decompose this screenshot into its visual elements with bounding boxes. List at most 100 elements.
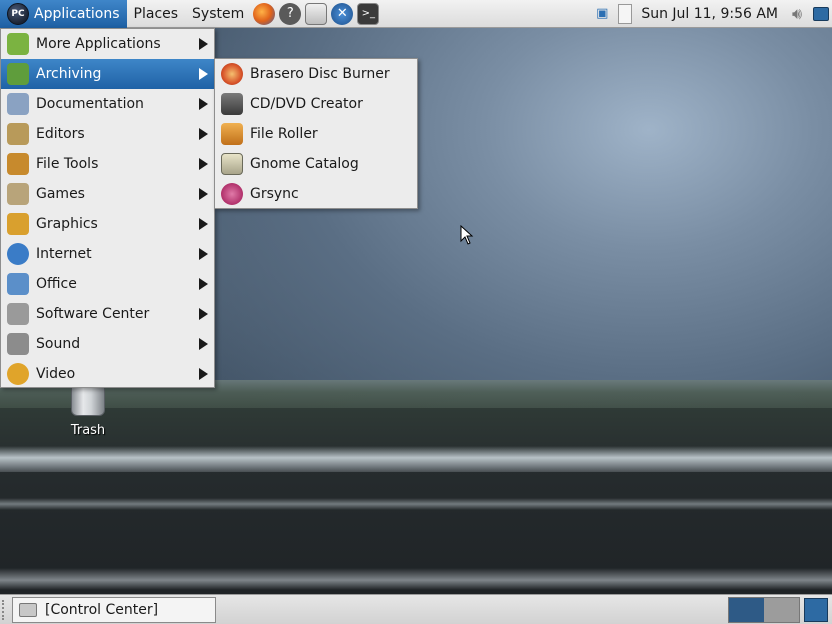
sync-icon <box>221 183 243 205</box>
submenu-item-gnome-catalog[interactable]: Gnome Catalog <box>215 149 417 179</box>
system-menu-label: System <box>192 5 245 22</box>
bottom-panel: [Control Center] <box>0 594 832 624</box>
file-manager-icon[interactable] <box>305 2 328 25</box>
speaker-icon <box>7 333 29 355</box>
menu-item-label: Internet <box>36 246 92 262</box>
menu-item-label: Editors <box>36 126 85 142</box>
firefox-icon[interactable] <box>253 2 276 25</box>
submenu-item-label: Brasero Disc Burner <box>250 66 390 82</box>
menu-item-label: More Applications <box>36 36 161 52</box>
menu-item-graphics[interactable]: Graphics <box>1 209 214 239</box>
submenu-arrow-icon <box>199 218 208 230</box>
menu-item-label: Documentation <box>36 96 144 112</box>
wallpaper-streak <box>0 446 832 472</box>
trash-label: Trash <box>70 423 106 438</box>
menu-item-label: Sound <box>36 336 81 352</box>
menu-item-software-center[interactable]: Software Center <box>1 299 214 329</box>
update-notifier-icon[interactable]: ▣ <box>592 4 612 24</box>
submenu-item-file-roller[interactable]: File Roller <box>215 119 417 149</box>
submenu-arrow-icon <box>199 38 208 50</box>
software-center-icon <box>7 303 29 325</box>
menu-item-sound[interactable]: Sound <box>1 329 214 359</box>
workspace-2[interactable] <box>764 597 799 622</box>
volume-icon[interactable]: 🔊︎ <box>787 4 807 24</box>
places-menu-label: Places <box>133 5 179 22</box>
menu-item-label: Video <box>36 366 76 382</box>
wallpaper-streak <box>0 568 832 590</box>
submenu-item-grsync[interactable]: Grsync <box>215 179 417 209</box>
menu-item-label: Games <box>36 186 85 202</box>
menu-item-documentation[interactable]: Documentation <box>1 89 214 119</box>
menu-item-office[interactable]: Office <box>1 269 214 299</box>
workspace-1[interactable] <box>729 597 764 622</box>
taskbar-button-label: [Control Center] <box>45 601 159 618</box>
control-center-icon[interactable]: ✕ <box>331 2 354 25</box>
submenu-arrow-icon <box>199 308 208 320</box>
places-menu-button[interactable]: Places <box>127 0 186 28</box>
menu-item-internet[interactable]: Internet <box>1 239 214 269</box>
system-menu-button[interactable]: System <box>185 0 251 28</box>
submenu-item-label: CD/DVD Creator <box>250 96 363 112</box>
book-icon <box>7 93 29 115</box>
help-icon[interactable]: ? <box>279 2 302 25</box>
trash-icon <box>71 386 105 416</box>
submenu-arrow-icon <box>199 368 208 380</box>
palette-icon <box>7 213 29 235</box>
archive-icon <box>7 63 29 85</box>
pc-logo-icon: PC <box>7 2 29 25</box>
file-roller-icon <box>221 123 243 145</box>
menu-item-games[interactable]: Games <box>1 179 214 209</box>
applications-menu-button[interactable]: PC Applications <box>0 0 127 28</box>
applications-menu: More Applications Archiving Documentatio… <box>0 28 215 388</box>
submenu-arrow-icon <box>199 188 208 200</box>
submenu-item-cd-dvd-creator[interactable]: CD/DVD Creator <box>215 89 417 119</box>
notepad-icon <box>7 123 29 145</box>
wallpaper-streak <box>0 498 832 510</box>
taskbar-button-control-center[interactable]: [Control Center] <box>12 596 216 623</box>
workspace-switcher <box>728 596 800 623</box>
menu-item-label: Office <box>36 276 77 292</box>
submenu-item-label: File Roller <box>250 126 318 142</box>
menu-item-more-applications[interactable]: More Applications <box>1 29 214 59</box>
submenu-arrow-icon <box>199 98 208 110</box>
show-desktop-icon[interactable] <box>804 597 828 622</box>
cd-dvd-creator-icon <box>221 93 243 115</box>
submenu-arrow-icon <box>199 248 208 260</box>
submenu-item-brasero[interactable]: Brasero Disc Burner <box>215 59 417 89</box>
submenu-arrow-icon <box>199 128 208 140</box>
menu-item-label: Software Center <box>36 306 150 322</box>
system-tray: ▣ Sun Jul 11, 9:56 AM 🔊︎ <box>589 0 832 28</box>
submenu-arrow-icon <box>199 158 208 170</box>
menu-item-editors[interactable]: Editors <box>1 119 214 149</box>
file-cabinet-icon <box>7 153 29 175</box>
joystick-icon <box>7 183 29 205</box>
catalog-icon <box>221 153 243 175</box>
applications-menu-label: Applications <box>34 5 120 22</box>
office-icon <box>7 273 29 295</box>
menu-item-label: File Tools <box>36 156 99 172</box>
trash-desktop-icon[interactable]: Trash <box>60 386 116 438</box>
submenu-item-label: Gnome Catalog <box>250 156 359 172</box>
archiving-submenu: Brasero Disc Burner CD/DVD Creator File … <box>214 58 418 209</box>
menu-item-video[interactable]: Video <box>1 359 214 389</box>
clock[interactable]: Sun Jul 11, 9:56 AM <box>641 6 778 22</box>
more-applications-icon <box>7 33 29 55</box>
disc-burner-icon <box>221 63 243 85</box>
terminal-icon[interactable]: >_ <box>357 2 380 25</box>
menu-item-file-tools[interactable]: File Tools <box>1 149 214 179</box>
window-icon <box>19 602 37 617</box>
submenu-arrow-icon <box>199 278 208 290</box>
submenu-arrow-icon <box>199 68 208 80</box>
globe-icon <box>7 243 29 265</box>
video-icon <box>7 363 29 385</box>
network-icon[interactable] <box>813 6 829 21</box>
menu-item-label: Graphics <box>36 216 98 232</box>
panel-handle[interactable] <box>2 599 10 620</box>
submenu-arrow-icon <box>199 338 208 350</box>
top-panel: PC Applications Places System ? ✕ >_ ▣ S… <box>0 0 832 28</box>
clipboard-icon[interactable] <box>618 3 633 24</box>
menu-item-label: Archiving <box>36 66 102 82</box>
submenu-item-label: Grsync <box>250 186 299 202</box>
mouse-cursor-icon <box>460 225 474 245</box>
menu-item-archiving[interactable]: Archiving <box>1 59 214 89</box>
